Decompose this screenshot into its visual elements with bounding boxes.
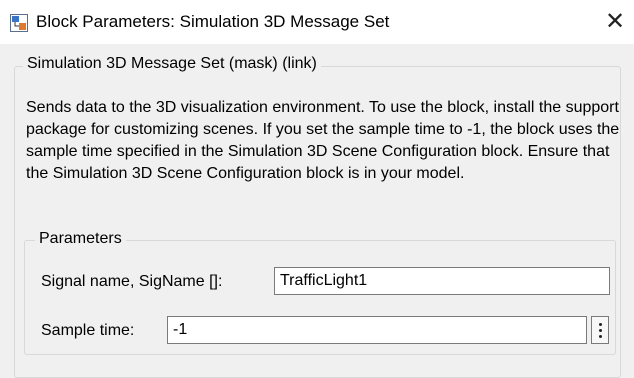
block-group-title: Simulation 3D Message Set (mask) (link): [23, 55, 321, 73]
signal-name-label: Signal name, SigName []:: [41, 273, 223, 290]
close-icon[interactable]: ✕: [602, 8, 628, 35]
title-bar: Block Parameters: Simulation 3D Message …: [0, 0, 634, 44]
sample-time-field[interactable]: [167, 316, 587, 344]
dot-3: [598, 334, 602, 338]
dot-2: [598, 328, 602, 332]
block-description: Sends data to the 3D visualization envir…: [26, 99, 620, 182]
parameters-group-title: Parameters: [35, 230, 126, 248]
signal-name-field[interactable]: [274, 267, 610, 295]
sample-time-label: Sample time:: [41, 322, 135, 339]
dot-1: [598, 322, 602, 326]
window-title: Block Parameters: Simulation 3D Message …: [36, 12, 390, 31]
simulink-block-icon: [10, 14, 28, 32]
block-parameters-dialog: Block Parameters: Simulation 3D Message …: [0, 0, 634, 378]
more-options-icon[interactable]: [591, 316, 609, 344]
